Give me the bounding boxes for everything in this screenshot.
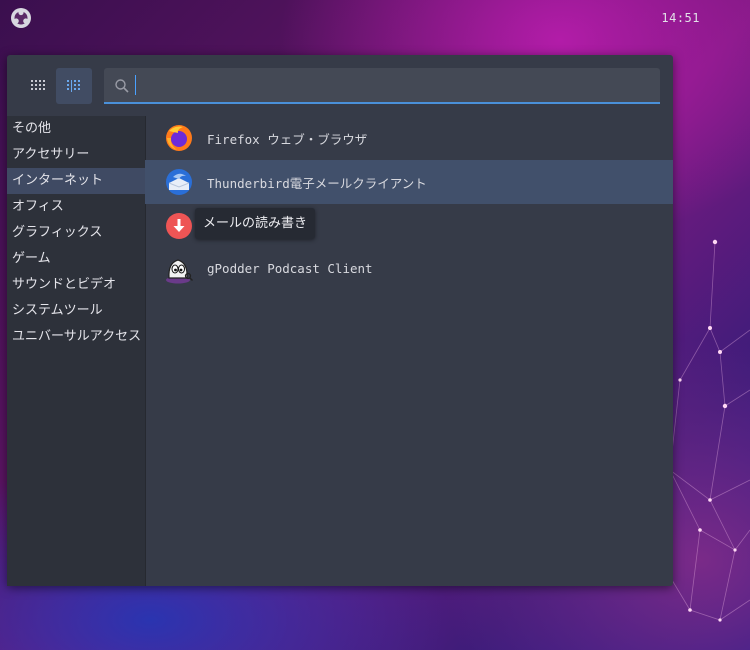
category-sidebar: その他 アクセサリー インターネット オフィス グラフィックス ゲーム サウンド…	[7, 116, 146, 586]
top-panel: 14:51	[0, 0, 750, 36]
list-view-button[interactable]	[56, 68, 92, 104]
app-item-thunderbird[interactable]: Thunderbird電子メールクライアント	[145, 160, 673, 204]
category-graphics[interactable]: グラフィックス	[7, 220, 145, 246]
search-bar	[104, 68, 660, 104]
app-label: gPodder Podcast Client	[207, 261, 373, 276]
grid-icon	[31, 80, 45, 90]
category-games[interactable]: ゲーム	[7, 246, 145, 272]
category-system-tools[interactable]: システムツール	[7, 298, 145, 324]
clock[interactable]: 14:51	[661, 11, 700, 25]
category-internet[interactable]: インターネット	[7, 168, 145, 194]
app-item-gpodder[interactable]: gPodder Podcast Client	[145, 248, 673, 292]
app-item-firefox[interactable]: Firefox ウェブ・ブラウザ	[145, 116, 673, 160]
category-universal-access[interactable]: ユニバーサルアクセス	[7, 324, 145, 350]
application-menu: その他 アクセサリー インターネット オフィス グラフィックス ゲーム サウンド…	[7, 55, 673, 586]
firefox-icon	[166, 125, 192, 151]
budgie-menu-icon[interactable]	[10, 7, 32, 29]
app-label: Thunderbird電子メールクライアント	[207, 176, 427, 191]
list-icon	[67, 80, 80, 92]
app-description-tooltip: メールの読み書き	[195, 208, 316, 239]
search-icon	[115, 79, 129, 93]
app-list: Firefox ウェブ・ブラウザ Thunderbird電子メールクライアント	[145, 116, 673, 292]
category-other[interactable]: その他	[7, 116, 145, 142]
search-input[interactable]	[135, 75, 636, 95]
gpodder-icon	[166, 259, 193, 284]
thunderbird-icon	[166, 169, 192, 195]
category-office[interactable]: オフィス	[7, 194, 145, 220]
grid-view-button[interactable]	[20, 68, 56, 104]
category-accessories[interactable]: アクセサリー	[7, 142, 145, 168]
category-sound-video[interactable]: サウンドとビデオ	[7, 272, 145, 298]
download-icon	[166, 213, 192, 239]
app-label: Firefox ウェブ・ブラウザ	[207, 132, 368, 147]
